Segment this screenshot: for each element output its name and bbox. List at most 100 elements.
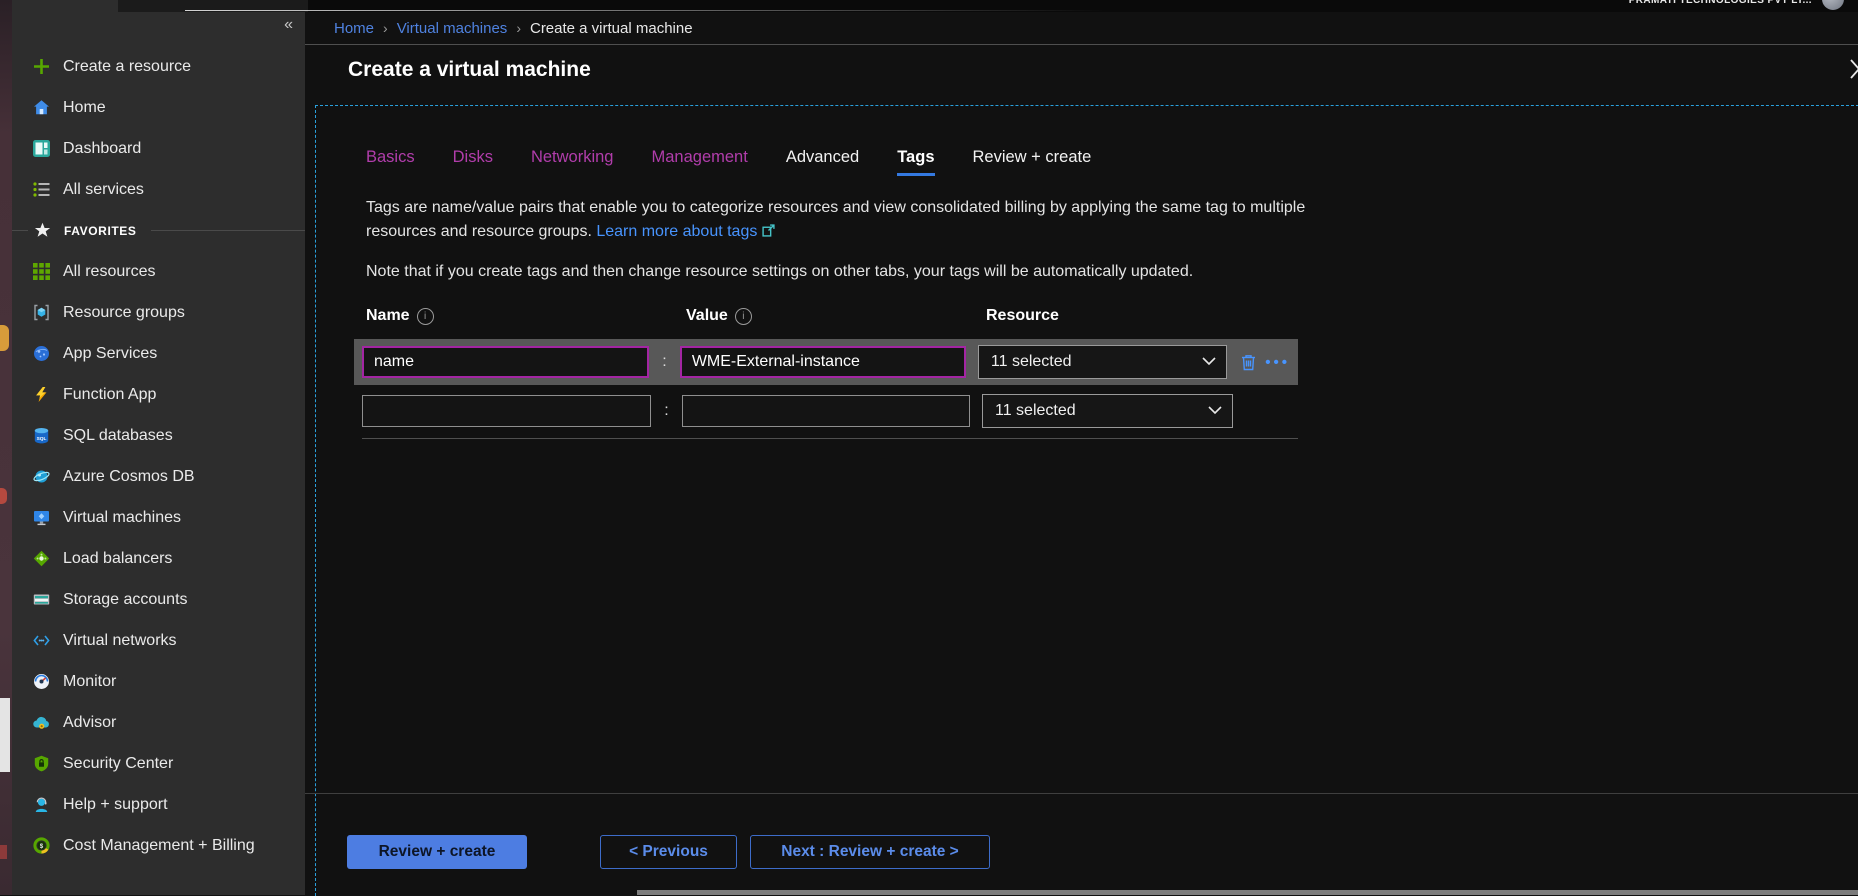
sidebar-item-label: Monitor: [63, 673, 116, 691]
value-header: Value: [686, 307, 728, 325]
sidebar-item-cost-management-billing[interactable]: $ Cost Management + Billing: [12, 825, 305, 866]
desktop-launcher-icon: [0, 325, 9, 351]
sidebar-item-all-services[interactable]: All services: [12, 169, 305, 210]
sql-databases-icon: SQL: [33, 427, 50, 444]
tab-advanced[interactable]: Advanced: [786, 148, 859, 176]
sidebar-item-advisor[interactable]: Advisor: [12, 702, 305, 743]
tags-note-text: Note that if you create tags and then ch…: [366, 263, 1858, 281]
learn-more-link[interactable]: Learn more about tags: [596, 223, 757, 240]
tag-value-input[interactable]: [680, 346, 966, 378]
all-services-icon: [33, 181, 50, 198]
sidebar-item-label: Cost Management + Billing: [63, 837, 255, 855]
sidebar-item-dashboard[interactable]: Dashboard: [12, 128, 305, 169]
intro-text: Tags are name/value pairs that enable yo…: [366, 199, 1305, 240]
resource-header: Resource: [986, 307, 1059, 325]
footer-buttons: Review + create < Previous Next : Review…: [347, 835, 990, 869]
chevron-right-icon[interactable]: [1849, 58, 1858, 85]
sidebar-item-label: Create a resource: [63, 58, 191, 76]
function-app-icon: [33, 386, 50, 403]
account-avatar[interactable]: [1822, 0, 1844, 10]
next-button[interactable]: Next : Review + create >: [750, 835, 990, 869]
tag-row-1: : 11 selected •••: [354, 339, 1298, 385]
home-icon: [33, 99, 50, 116]
info-icon[interactable]: i: [735, 308, 752, 325]
cost-management-icon: $: [33, 837, 50, 854]
breadcrumb-current: Create a virtual machine: [530, 20, 693, 37]
resource-groups-icon: [33, 304, 50, 321]
tag-value-input[interactable]: [682, 395, 970, 427]
name-value-separator: :: [649, 353, 680, 371]
sidebar-item-home[interactable]: Home: [12, 87, 305, 128]
all-resources-icon: [33, 263, 50, 280]
tab-tags[interactable]: Tags: [897, 148, 934, 176]
more-options-button[interactable]: •••: [1265, 354, 1290, 371]
tag-name-input[interactable]: [362, 346, 649, 378]
sidebar-item-monitor[interactable]: Monitor: [12, 661, 305, 702]
desktop-background-strip: [0, 0, 12, 895]
delete-row-button[interactable]: [1240, 353, 1257, 371]
sidebar-item-help-support[interactable]: Help + support: [12, 784, 305, 825]
sidebar-item-app-services[interactable]: App Services: [12, 333, 305, 374]
tab-basics[interactable]: Basics: [366, 148, 415, 176]
monitor-icon: [33, 673, 50, 690]
sidebar-item-label: Resource groups: [63, 304, 185, 322]
sidebar-item-virtual-machines[interactable]: Virtual machines: [12, 497, 305, 538]
external-link-icon: [762, 221, 775, 245]
sidebar-item-label: Storage accounts: [63, 591, 188, 609]
sidebar-item-virtual-networks[interactable]: Virtual networks: [12, 620, 305, 661]
sidebar-item-label: Virtual networks: [63, 632, 177, 650]
table-bottom-divider: [362, 438, 1298, 439]
sidebar-item-all-resources[interactable]: All resources: [12, 251, 305, 292]
breadcrumb-link-home[interactable]: Home: [334, 20, 374, 37]
resource-dropdown[interactable]: 11 selected: [982, 394, 1233, 428]
name-header: Name: [366, 307, 410, 325]
review-create-button[interactable]: Review + create: [347, 835, 527, 869]
sidebar-item-load-balancers[interactable]: Load balancers: [12, 538, 305, 579]
load-balancers-icon: [33, 550, 50, 567]
breadcrumb-separator-icon: ›: [383, 20, 388, 36]
chevron-down-icon: [1202, 353, 1216, 371]
tag-name-input[interactable]: [362, 395, 651, 427]
plus-icon: [33, 58, 50, 75]
tab-networking[interactable]: Networking: [531, 148, 614, 176]
top-bar: PRAMATI TECHNOLOGIES PVT LT...: [12, 0, 1858, 12]
sidebar-item-function-app[interactable]: Function App: [12, 374, 305, 415]
resource-dropdown-value: 11 selected: [995, 402, 1076, 420]
tags-pane: Basics Disks Networking Management Advan…: [315, 105, 1858, 896]
virtual-machines-icon: [33, 509, 50, 526]
resource-dropdown[interactable]: 11 selected: [978, 345, 1227, 379]
sidebar-item-label: Home: [63, 99, 106, 117]
sidebar-item-create-a-resource[interactable]: Create a resource: [12, 46, 305, 87]
tags-intro-text: Tags are name/value pairs that enable yo…: [366, 196, 1371, 245]
tab-management[interactable]: Management: [652, 148, 748, 176]
chevron-down-icon: [1208, 402, 1222, 420]
sidebar-item-resource-groups[interactable]: Resource groups: [12, 292, 305, 333]
tab-disks[interactable]: Disks: [453, 148, 493, 176]
sidebar-item-label: Dashboard: [63, 140, 141, 158]
desktop-launcher-icon: [0, 488, 7, 504]
sidebar-item-security-center[interactable]: Security Center: [12, 743, 305, 784]
dashboard-icon: [33, 140, 50, 157]
tab-review-create[interactable]: Review + create: [973, 148, 1092, 176]
tenant-name[interactable]: PRAMATI TECHNOLOGIES PVT LT...: [1629, 0, 1812, 12]
sidebar-item-azure-cosmos-db[interactable]: Azure Cosmos DB: [12, 456, 305, 497]
sidebar-item-label: SQL databases: [63, 427, 173, 445]
sidebar-item-label: Load balancers: [63, 550, 172, 568]
sidebar-item-storage-accounts[interactable]: Storage accounts: [12, 579, 305, 620]
previous-button[interactable]: < Previous: [600, 835, 737, 869]
sidebar-collapse-icon[interactable]: «: [284, 16, 293, 34]
divider: [12, 230, 28, 231]
tags-table-header: Name i Value i Resource: [366, 307, 1858, 325]
sidebar-item-label: Help + support: [63, 796, 168, 814]
sidebar-item-label: All services: [63, 181, 144, 199]
advisor-icon: [33, 714, 50, 731]
sidebar-item-sql-databases[interactable]: SQL SQL databases: [12, 415, 305, 456]
breadcrumb-link-virtual-machines[interactable]: Virtual machines: [397, 20, 508, 37]
virtual-networks-icon: [33, 632, 50, 649]
top-bar-hairline: [185, 10, 1858, 11]
info-icon[interactable]: i: [417, 308, 434, 325]
horizontal-scrollbar[interactable]: [637, 890, 1858, 895]
footer-divider: [305, 793, 1858, 794]
star-icon: [34, 222, 51, 239]
resource-dropdown-value: 11 selected: [991, 353, 1072, 371]
